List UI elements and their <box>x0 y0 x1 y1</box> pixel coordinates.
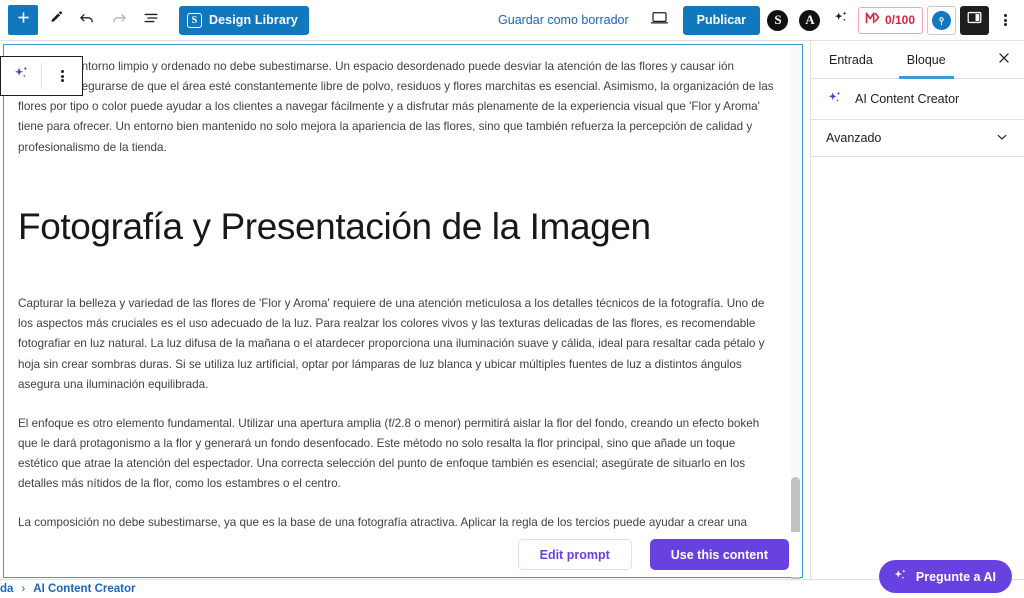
article-scrollbar[interactable] <box>791 47 800 579</box>
breadcrumb-item-parent[interactable]: da <box>0 583 13 595</box>
akismet-button[interactable]: A <box>796 5 824 35</box>
article-heading: Fotografía y Presentación de la Imagen <box>18 205 651 247</box>
preview-button[interactable] <box>643 5 677 35</box>
gear-icon <box>932 10 951 30</box>
sparkle-icon <box>12 64 31 88</box>
block-options-button[interactable] <box>42 57 82 95</box>
seo-score-value: 0/100 <box>884 13 915 27</box>
redo-button[interactable] <box>104 5 134 35</box>
header-left-tools: S Design Library <box>0 5 309 35</box>
sidebar-toggle-button[interactable] <box>960 5 989 35</box>
jetpack-button[interactable]: S <box>764 5 792 35</box>
pencil-icon <box>47 9 64 31</box>
intro-paragraph: ncia de un entorno limpio y ordenado no … <box>18 60 774 154</box>
design-library-logo-icon: S <box>187 12 202 28</box>
save-draft-button[interactable]: Guardar como borrador <box>488 13 639 27</box>
sidebar-advanced-section[interactable]: Avanzado <box>811 120 1024 157</box>
close-icon <box>997 51 1011 70</box>
kebab-menu-icon <box>1003 13 1007 28</box>
tab-bloque[interactable]: Bloque <box>898 41 954 79</box>
list-view-icon <box>142 9 160 32</box>
publish-button[interactable]: Publicar <box>682 5 760 35</box>
undo-button[interactable] <box>72 5 102 35</box>
document-overview-button[interactable] <box>136 5 166 35</box>
block-action-row: Edit prompt Use this content <box>4 532 802 577</box>
sidebar-panel-icon <box>966 9 983 31</box>
sparkle-icon <box>826 89 844 110</box>
tab-entrada[interactable]: Entrada <box>825 41 877 79</box>
yoast-seo-icon <box>864 9 881 31</box>
breadcrumb: da › AI Content Creator <box>0 579 1024 598</box>
redo-arrow-icon <box>110 9 128 32</box>
ask-ai-label: Pregunte a AI <box>915 569 996 584</box>
settings-button[interactable] <box>927 5 956 35</box>
sparkle-icon <box>892 567 909 587</box>
plus-icon <box>16 10 31 30</box>
editor-header: S Design Library Guardar como borrador P… <box>0 0 1024 41</box>
sparkle-icon <box>832 9 850 32</box>
header-right-tools: Guardar como borrador Publicar S A 0/100 <box>488 5 1024 35</box>
breadcrumb-separator: › <box>21 583 26 595</box>
edit-tool-button[interactable] <box>40 5 70 35</box>
editor-canvas: ncia de un entorno limpio y ordenado no … <box>0 41 810 579</box>
jetpack-icon: S <box>767 9 789 31</box>
ai-content-creator-block[interactable]: ncia de un entorno limpio y ordenado no … <box>0 44 803 579</box>
edit-prompt-button[interactable]: Edit prompt <box>517 539 632 570</box>
seo-score-badge[interactable]: 0/100 <box>857 6 923 34</box>
block-type-button[interactable] <box>1 57 41 95</box>
article-paragraph: El enfoque es otro elemento fundamental.… <box>18 416 760 491</box>
breadcrumb-item-current[interactable]: AI Content Creator <box>33 583 135 595</box>
chevron-down-icon <box>995 130 1009 147</box>
sidebar-advanced-label: Avanzado <box>826 131 882 145</box>
design-library-label: Design Library <box>209 13 298 27</box>
settings-sidebar: Entrada Bloque AI Content Creator Avanza… <box>810 41 1024 579</box>
sidebar-block-label: AI Content Creator <box>855 92 960 106</box>
ask-ai-button[interactable]: Pregunte a AI <box>878 560 1012 593</box>
generated-article: ncia de un entorno limpio y ordenado no … <box>4 45 790 577</box>
desktop-preview-icon <box>650 8 669 32</box>
add-block-button[interactable] <box>8 5 38 35</box>
more-options-button[interactable] <box>993 5 1017 35</box>
akismet-icon: A <box>799 9 821 31</box>
close-sidebar-button[interactable] <box>994 51 1013 70</box>
vertical-dots-icon <box>60 68 64 83</box>
design-library-button[interactable]: S Design Library <box>179 5 309 35</box>
block-floating-toolbar <box>0 56 83 96</box>
ai-assistant-button[interactable] <box>828 5 854 35</box>
article-paragraph: Capturar la belleza y variedad de las fl… <box>18 297 765 391</box>
undo-arrow-icon <box>78 9 96 32</box>
sidebar-tabs: Entrada Bloque <box>811 41 1024 79</box>
use-this-content-button[interactable]: Use this content <box>649 539 789 570</box>
sidebar-block-title[interactable]: AI Content Creator <box>811 79 1024 120</box>
